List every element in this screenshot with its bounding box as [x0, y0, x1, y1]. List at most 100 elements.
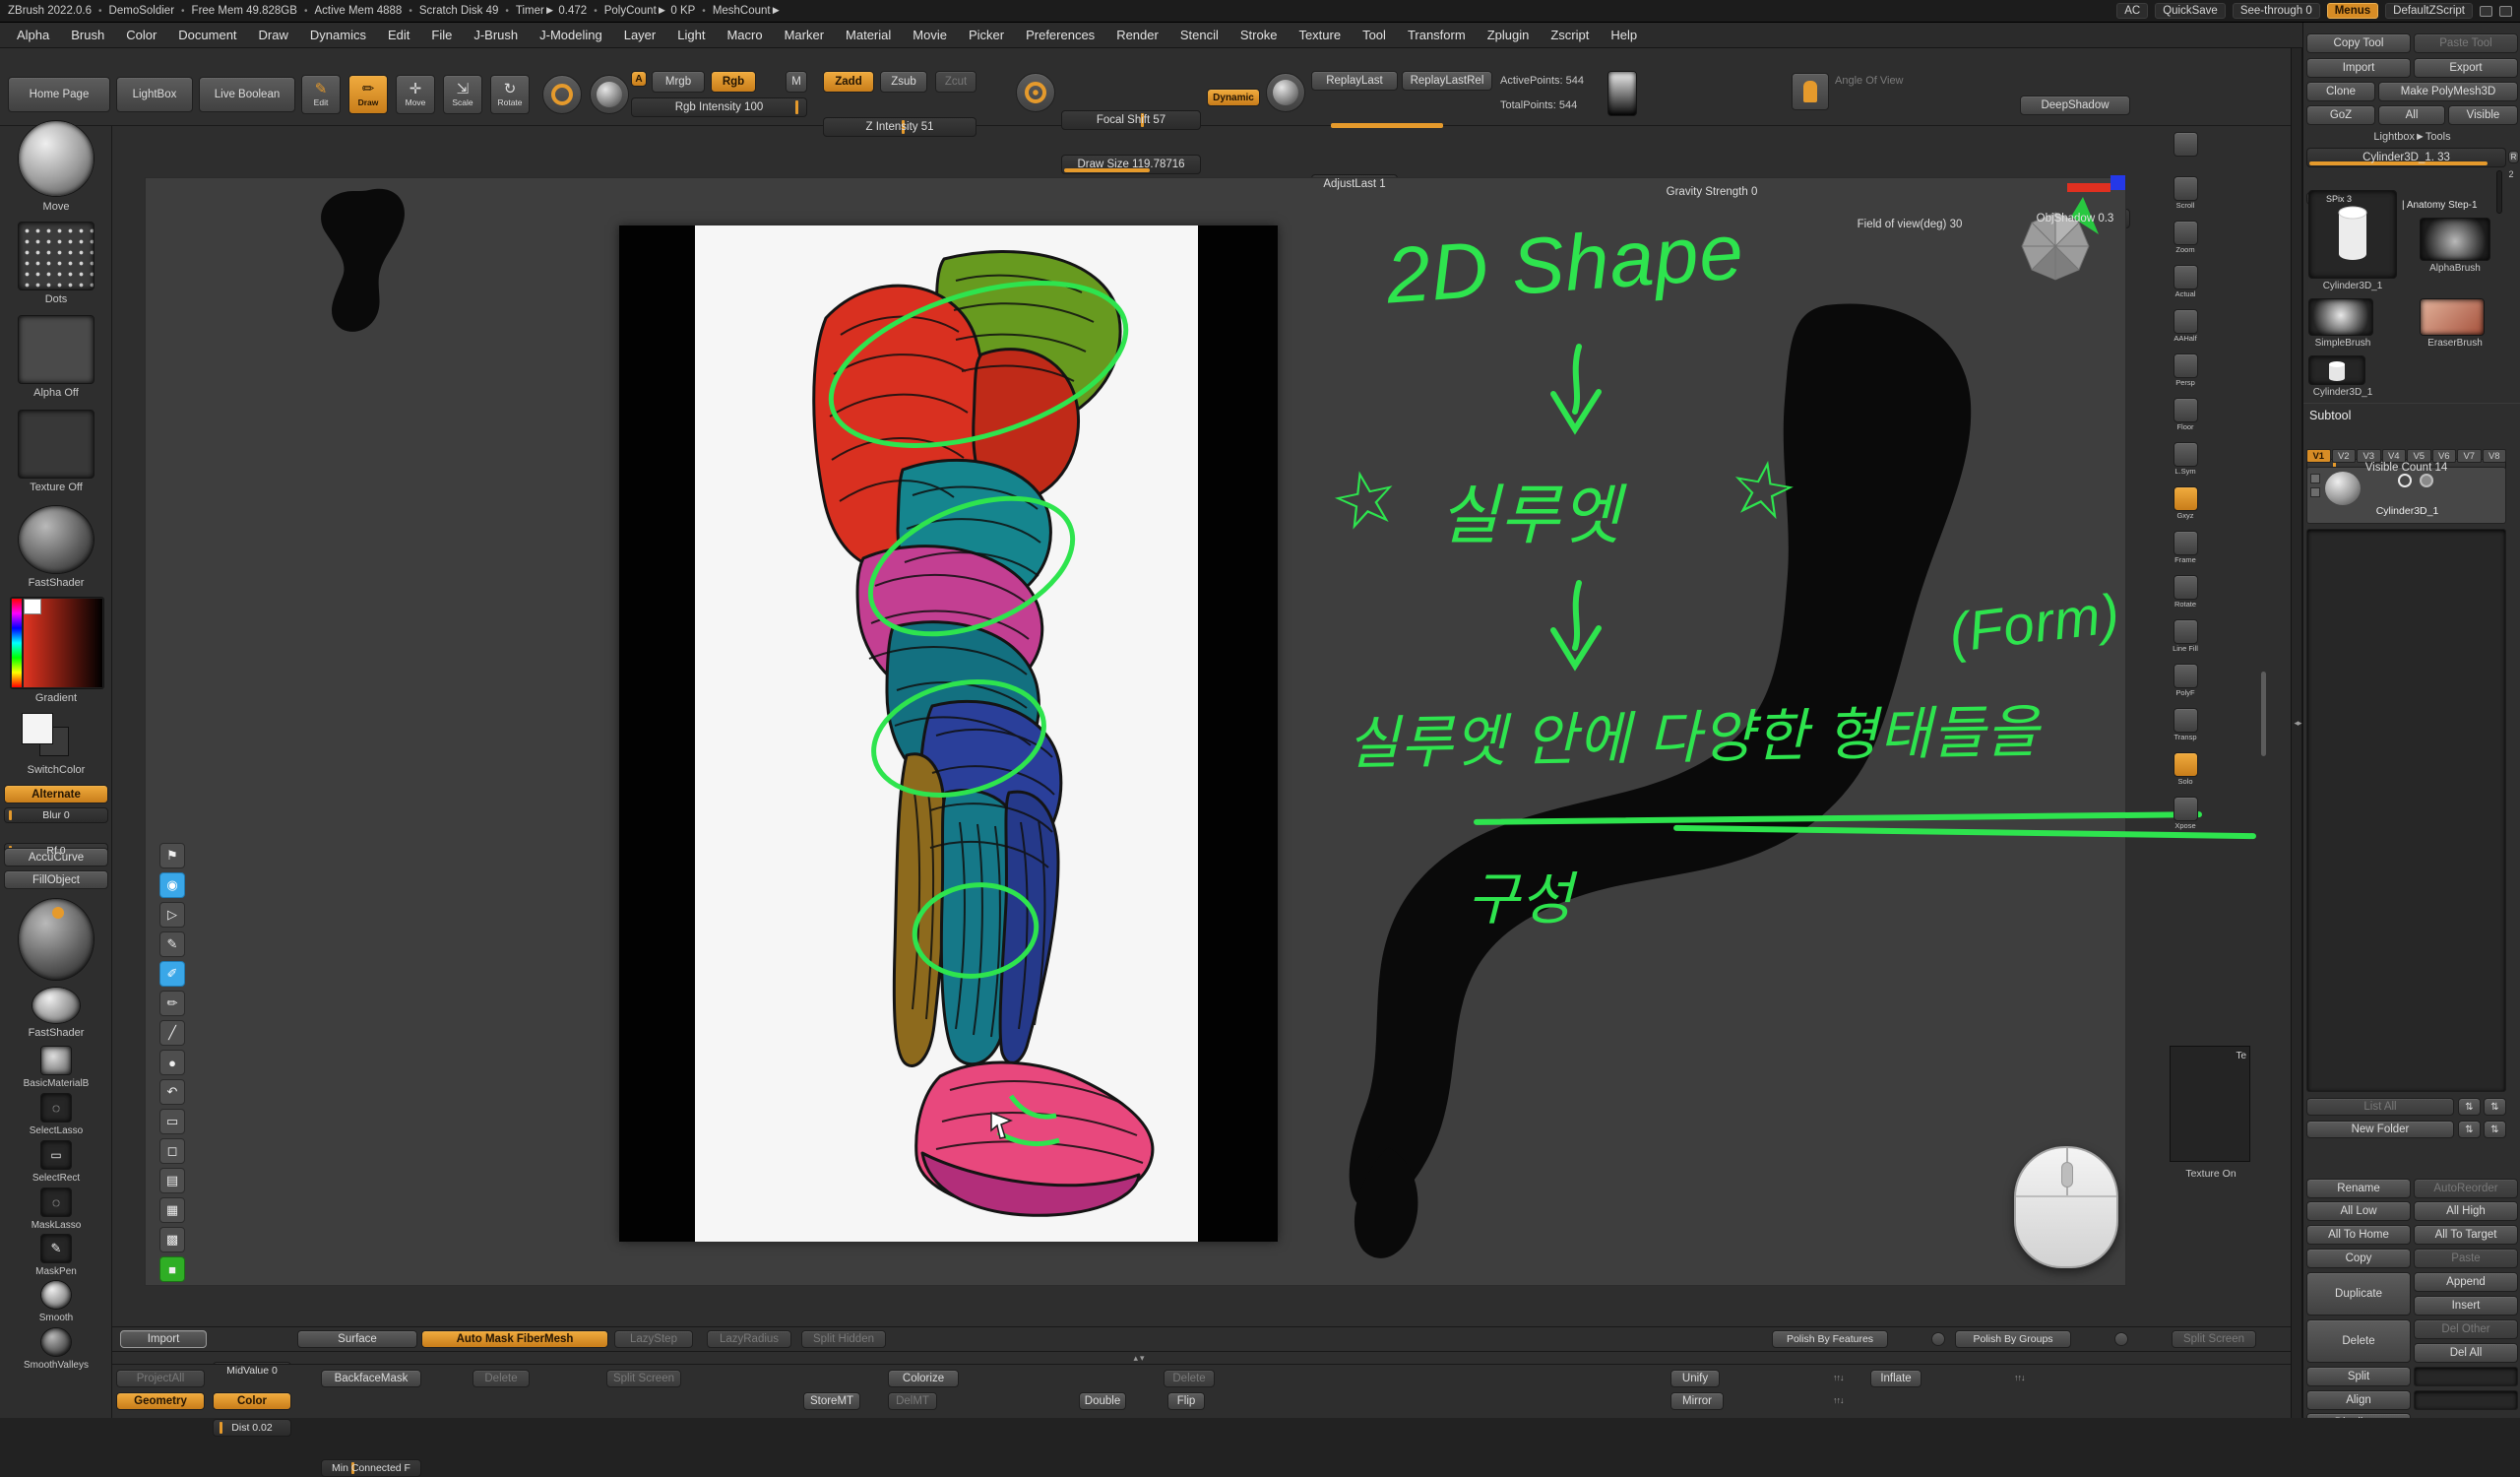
backfacemask-button[interactable]: BackfaceMask	[321, 1370, 421, 1387]
menu-item[interactable]: Preferences	[1015, 23, 1105, 47]
shelf-button[interactable]: Actual	[2170, 265, 2201, 309]
paint-toggle-icon[interactable]	[2420, 474, 2433, 487]
menu-item[interactable]: Zscript	[1540, 23, 1600, 47]
alphabrush-thumb[interactable]	[2420, 218, 2490, 261]
zcut-button[interactable]: Zcut	[935, 71, 976, 93]
simplebrush-thumb[interactable]	[2308, 298, 2373, 336]
alternate-button[interactable]: Alternate	[4, 785, 108, 803]
dist-slider[interactable]: Dist 0.02	[213, 1419, 291, 1437]
smoothvalleys-thumb[interactable]	[40, 1327, 72, 1357]
live-boolean-button[interactable]: Live Boolean	[199, 77, 295, 112]
shelf-button[interactable]: Solo	[2170, 752, 2201, 797]
copy-subtool-button[interactable]: Copy	[2306, 1249, 2411, 1268]
menu-item[interactable]: Render	[1105, 23, 1169, 47]
alpha-off-thumb[interactable]	[18, 315, 94, 384]
move-brush-thumb[interactable]	[18, 120, 94, 197]
folder-up-button[interactable]: ⇅	[2458, 1121, 2481, 1138]
shelf-button[interactable]: PolyF	[2170, 664, 2201, 708]
subtool-thumb[interactable]	[2325, 472, 2361, 505]
edit-mode-button[interactable]: ✎ Edit	[301, 75, 341, 114]
polish-by-groups-button[interactable]: Polish By Groups	[1955, 1330, 2071, 1348]
default-zscript-button[interactable]: DefaultZScript	[2385, 3, 2473, 19]
subtool-tab[interactable]: V1	[2306, 449, 2331, 463]
min-connected-slider[interactable]: Min Connected F	[321, 1459, 421, 1477]
slider-knob[interactable]	[220, 1422, 222, 1434]
distribute-button[interactable]: Distribute	[2306, 1413, 2411, 1418]
subtool-tab[interactable]: V7	[2457, 449, 2482, 463]
fastshader-thumb[interactable]	[18, 505, 94, 574]
inflate-button[interactable]: Inflate	[1870, 1370, 1922, 1387]
shelf-button[interactable]	[2170, 132, 2201, 176]
subtool-tab[interactable]: V8	[2483, 449, 2507, 463]
new-folder-button[interactable]: New Folder	[2306, 1121, 2454, 1138]
list-all-button[interactable]: List All	[2306, 1098, 2454, 1116]
home-page-button[interactable]: Home Page	[8, 77, 110, 112]
subtool-list-item[interactable]: Cylinder3D_1	[2306, 467, 2506, 524]
markup-tool-button[interactable]: ▩	[159, 1227, 185, 1252]
make-polymesh3d-button[interactable]: Make PolyMesh3D	[2378, 82, 2518, 101]
fillobject-button[interactable]: FillObject	[4, 870, 108, 889]
geometry-tab-button[interactable]: Geometry	[116, 1392, 205, 1410]
markup-tool-button[interactable]: ●	[159, 1050, 185, 1075]
blur-slider[interactable]: Blur 0	[4, 807, 108, 823]
see-through-slider[interactable]: See-through 0	[2233, 3, 2320, 19]
quicksave-button[interactable]: QuickSave	[2155, 3, 2226, 19]
colorize-button[interactable]: Colorize	[888, 1370, 959, 1387]
shelf-button[interactable]: Xpose	[2170, 797, 2201, 841]
append-button[interactable]: Append	[2414, 1272, 2518, 1292]
split-button[interactable]: Split	[2306, 1367, 2411, 1386]
menu-item[interactable]: Transform	[1397, 23, 1477, 47]
delmt-button[interactable]: DelMT	[888, 1392, 937, 1410]
clone-button[interactable]: Clone	[2306, 82, 2375, 101]
shelf-button[interactable]: Line Fill	[2170, 619, 2201, 664]
menu-item[interactable]: Marker	[774, 23, 835, 47]
rgb-intensity-slider[interactable]: Rgb Intensity 100	[631, 97, 807, 117]
menu-item[interactable]: J-Brush	[463, 23, 529, 47]
delete-button[interactable]: Delete	[1164, 1370, 1215, 1387]
subtool-tab[interactable]: V2	[2332, 449, 2357, 463]
subtool-tab[interactable]: V3	[2357, 449, 2381, 463]
white-corner-swatch[interactable]	[24, 599, 41, 614]
split-hidden-button[interactable]: Split Hidden	[801, 1330, 886, 1348]
duplicate-button[interactable]: Duplicate	[2306, 1272, 2411, 1316]
menu-item[interactable]: Light	[666, 23, 716, 47]
menu-item[interactable]: Document	[167, 23, 247, 47]
shelf-button[interactable]: Persp	[2170, 353, 2201, 398]
shelf-button[interactable]: Floor	[2170, 398, 2201, 442]
shelf-button[interactable]: Gxyz	[2170, 486, 2201, 531]
front-color-swatch[interactable]	[22, 713, 53, 744]
menu-item[interactable]: Dynamics	[299, 23, 377, 47]
menu-item[interactable]: File	[420, 23, 463, 47]
shelf-button[interactable]: Zoom	[2170, 221, 2201, 265]
markup-tool-button[interactable]: ■	[159, 1256, 185, 1282]
surface-button[interactable]: Surface	[297, 1330, 417, 1348]
menu-item[interactable]: Alpha	[6, 23, 60, 47]
align-button[interactable]: Align	[2306, 1390, 2411, 1410]
slider-knob[interactable]	[795, 100, 798, 114]
paste-subtool-button[interactable]: Paste	[2414, 1249, 2518, 1268]
switchcolor-thumb[interactable]	[22, 713, 71, 760]
shelf-button[interactable]: Rotate	[2170, 575, 2201, 619]
shelf-button[interactable]: Frame	[2170, 531, 2201, 575]
ac-button[interactable]: AC	[2116, 3, 2148, 19]
split-screen-button[interactable]: Split Screen	[606, 1370, 681, 1387]
markup-tool-button[interactable]: ✐	[159, 961, 185, 987]
subtool-down-button[interactable]: ⇅	[2484, 1098, 2506, 1116]
subtool-up-button[interactable]: ⇅	[2458, 1098, 2481, 1116]
menu-item[interactable]: Help	[1600, 23, 1648, 47]
flip-button[interactable]: Flip	[1167, 1392, 1205, 1410]
menu-item[interactable]: Layer	[613, 23, 667, 47]
storemt-button[interactable]: StoreMT	[803, 1392, 860, 1410]
polish-mode-dot[interactable]	[1931, 1332, 1945, 1346]
m-button[interactable]: M	[786, 71, 807, 93]
window-button[interactable]	[2499, 6, 2512, 17]
basicmaterial-thumb[interactable]	[40, 1046, 72, 1075]
subtool-tab[interactable]: V5	[2407, 449, 2431, 463]
panel-divider[interactable]: ◂▸	[2291, 48, 2302, 1418]
r-button[interactable]: R	[2508, 151, 2519, 163]
paste-tool-button[interactable]: Paste Tool	[2414, 33, 2518, 53]
texture-off-thumb[interactable]	[18, 410, 94, 479]
draw-size-slider[interactable]: Draw Size 119.78716	[1061, 155, 1201, 174]
copy-tool-button[interactable]: Copy Tool	[2306, 33, 2411, 53]
export-button[interactable]: Export	[2414, 58, 2518, 78]
